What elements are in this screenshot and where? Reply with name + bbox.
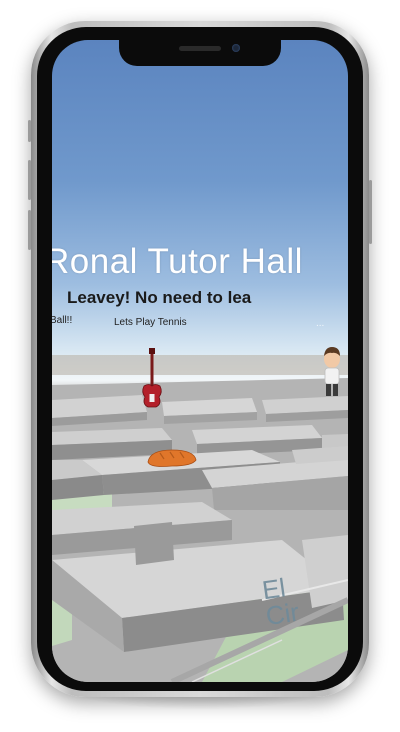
mute-switch: [28, 120, 31, 142]
volume-up-button: [28, 160, 31, 200]
speaker-grille: [179, 46, 221, 51]
horizon-band: [52, 355, 348, 375]
ar-message: Leavey! No need to lea: [67, 288, 252, 307]
ar-screen[interactable]: Ronal Tutor Hall Leavey! No need to lea …: [52, 40, 348, 682]
phone-notch: [119, 40, 281, 66]
map-street-label: El Cir: [260, 572, 301, 632]
bread-loaf-icon: [147, 449, 197, 467]
building: [134, 522, 174, 565]
map-street-label-line2: Cir: [263, 596, 301, 632]
ar-label-ball[interactable]: Ball!!: [52, 315, 72, 326]
ar-map-scene[interactable]: [52, 40, 348, 682]
building-title: Ronal Tutor Hall: [52, 242, 303, 281]
volume-down-button: [28, 210, 31, 250]
power-button: [369, 180, 372, 244]
front-camera-icon: [232, 44, 240, 52]
ar-label-tennis[interactable]: Lets Play Tennis: [114, 317, 187, 328]
ar-label-faded: ...: [316, 318, 325, 329]
